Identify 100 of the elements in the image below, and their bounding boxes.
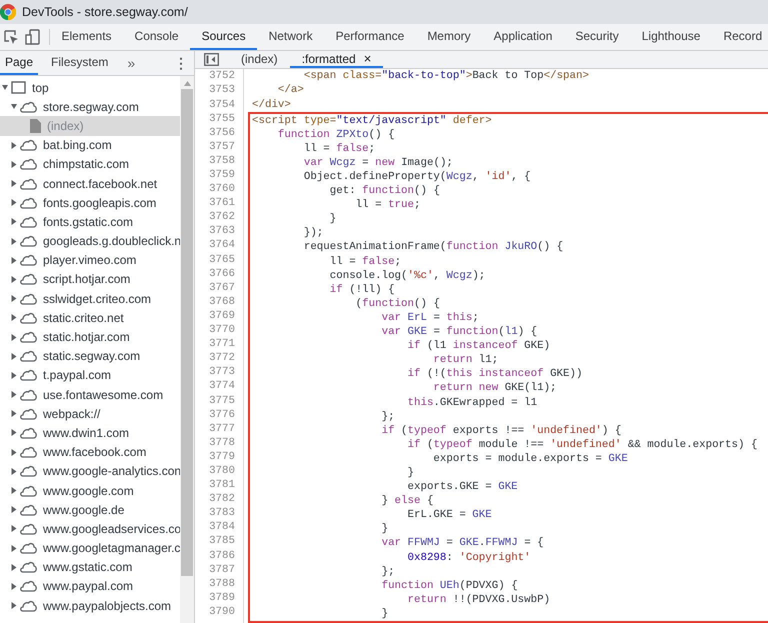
tree-item[interactable]: www.paypal.com xyxy=(0,576,180,596)
collapse-arrow-icon[interactable] xyxy=(11,103,17,110)
cloud-icon xyxy=(20,100,37,113)
line-number: 3785 xyxy=(208,534,236,549)
tree-item[interactable]: static.criteo.net xyxy=(0,308,180,328)
code-line: this.GKEwrapped = l1 xyxy=(406,396,538,410)
tree-item[interactable]: www.dwin1.com xyxy=(0,423,180,443)
scrollbar-thumb[interactable] xyxy=(181,89,193,576)
tree-item[interactable]: fonts.googleapis.com xyxy=(0,193,180,212)
close-button[interactable]: × xyxy=(364,51,372,66)
line-number: 3770 xyxy=(208,323,236,338)
tree-item[interactable]: player.vimeo.com xyxy=(0,250,180,270)
navigator-tab[interactable]: Filesystem xyxy=(46,51,114,75)
expand-arrow-icon[interactable] xyxy=(11,238,17,245)
tree-item[interactable]: fonts.gstatic.com xyxy=(0,212,180,232)
tree-item[interactable]: t.paypal.com xyxy=(0,366,180,385)
tree-item[interactable]: static.segway.com xyxy=(0,346,180,366)
expand-arrow-icon[interactable] xyxy=(11,276,17,283)
expand-arrow-icon[interactable] xyxy=(11,506,17,514)
tree-item[interactable]: store.segway.com xyxy=(0,97,180,116)
tree-item[interactable]: static.hotjar.com xyxy=(0,327,180,347)
expand-arrow-icon[interactable] xyxy=(11,372,17,379)
code-line: exports.GKE = GKE xyxy=(406,480,519,494)
cloud-icon xyxy=(20,388,37,401)
expand-arrow-icon[interactable] xyxy=(11,314,17,322)
panel-tab[interactable]: Application xyxy=(482,24,564,50)
code-line: 0x8298: 'Copyright' xyxy=(406,550,532,565)
line-number: 3761 xyxy=(208,196,236,210)
line-number: 3783 xyxy=(208,506,236,520)
expand-arrow-icon[interactable] xyxy=(11,525,17,532)
expand-arrow-icon[interactable] xyxy=(11,448,17,456)
tree-item[interactable]: connect.facebook.net xyxy=(0,174,180,194)
expand-arrow-icon[interactable] xyxy=(11,564,17,571)
panel-tab[interactable]: Memory xyxy=(416,24,482,50)
menu-button[interactable]: ⋮ xyxy=(168,51,194,75)
expand-arrow-icon[interactable] xyxy=(11,160,17,168)
expand-arrow-icon[interactable] xyxy=(11,334,17,341)
file-tab[interactable]: (index) xyxy=(229,51,290,68)
expand-arrow-icon[interactable] xyxy=(11,218,17,226)
code-line: requestAnimationFrame(function JkuRO() { xyxy=(302,240,564,255)
panel-tab[interactable]: Record xyxy=(712,24,768,50)
tree-item[interactable]: www.paypalobjects.com xyxy=(0,596,180,616)
expand-arrow-icon[interactable] xyxy=(11,180,17,188)
navigator-tab[interactable]: Page xyxy=(0,51,38,75)
panel-tab[interactable]: Network xyxy=(257,24,324,50)
tree-item[interactable]: www.google.com xyxy=(0,480,180,500)
code-line: <span class="back-to-top">Back to Top</span> xyxy=(304,69,590,84)
expand-arrow-icon[interactable] xyxy=(11,468,17,475)
code-line: if (typeof module !== 'undefined' && module.exports) { xyxy=(406,438,758,452)
collapse-arrow-icon[interactable] xyxy=(2,84,8,92)
expand-arrow-icon[interactable] xyxy=(11,410,17,418)
panel-tab[interactable]: Lighthouse xyxy=(630,24,712,50)
cloud-icon xyxy=(20,446,37,458)
code-line: return new GKE(l1); xyxy=(432,381,558,396)
tree-item[interactable]: www.google-analytics.con xyxy=(0,462,180,481)
expand-arrow-icon[interactable] xyxy=(11,582,17,590)
tree-item[interactable]: googleads.g.doubleclick.n xyxy=(0,232,180,251)
line-number: 3773 xyxy=(208,365,236,380)
code-line: get: function() { xyxy=(328,184,441,198)
sidebar-toggle-icon[interactable] xyxy=(204,53,219,66)
panel-tab[interactable]: Security xyxy=(564,24,630,50)
tree-item[interactable]: use.fontawesome.com xyxy=(0,385,180,404)
tree-item[interactable]: top xyxy=(0,78,180,98)
window-title: DevTools - store.segway.com/ xyxy=(22,5,188,19)
tree-item[interactable]: bat.bing.com xyxy=(0,136,180,155)
expand-arrow-icon[interactable] xyxy=(11,295,17,302)
cloud-icon xyxy=(20,350,37,362)
code-line: exports = module.exports = GKE xyxy=(432,452,629,466)
cloud-icon xyxy=(20,139,37,152)
expand-arrow-icon[interactable] xyxy=(11,602,17,610)
tree-item[interactable]: script.hotjar.com xyxy=(0,270,180,290)
inspect-icon[interactable] xyxy=(3,29,19,45)
panel-tab[interactable]: Console xyxy=(123,24,190,50)
expand-arrow-icon[interactable] xyxy=(11,352,17,360)
panel-tab[interactable]: Performance xyxy=(324,24,416,50)
cloud-icon xyxy=(20,561,37,574)
expand-arrow-icon[interactable] xyxy=(11,199,17,206)
tree-item[interactable]: webpack:// xyxy=(0,404,180,424)
tree-item[interactable]: www.gstatic.com xyxy=(0,558,180,577)
line-number: 3764 xyxy=(208,238,236,253)
code-line: } xyxy=(380,606,390,621)
expand-arrow-icon[interactable] xyxy=(11,429,17,436)
expand-arrow-icon[interactable] xyxy=(11,256,17,264)
device-toolbar-icon[interactable] xyxy=(25,29,41,45)
cloud-icon xyxy=(20,254,37,266)
code-line: var Wcgz = new Image(); xyxy=(302,156,454,170)
expand-arrow-icon[interactable] xyxy=(11,544,17,552)
tree-item[interactable]: www.facebook.com xyxy=(0,442,180,462)
panel-tab[interactable]: Elements xyxy=(50,24,124,50)
expand-arrow-icon[interactable] xyxy=(11,142,17,149)
tree-item[interactable]: www.google.de xyxy=(0,500,180,520)
scrollbar[interactable] xyxy=(180,76,194,623)
expand-arrow-icon[interactable] xyxy=(11,391,17,398)
line-number: 3767 xyxy=(208,280,236,295)
expand-arrow-icon[interactable] xyxy=(11,487,17,494)
file-tab[interactable]: :formatted × xyxy=(290,51,384,68)
tree-item[interactable]: www.googletagmanager.c xyxy=(0,538,180,558)
more-tabs-button[interactable]: » xyxy=(121,51,142,75)
tree-item[interactable]: chimpstatic.com xyxy=(0,154,180,174)
tree-item[interactable]: sslwidget.criteo.com xyxy=(0,289,180,308)
